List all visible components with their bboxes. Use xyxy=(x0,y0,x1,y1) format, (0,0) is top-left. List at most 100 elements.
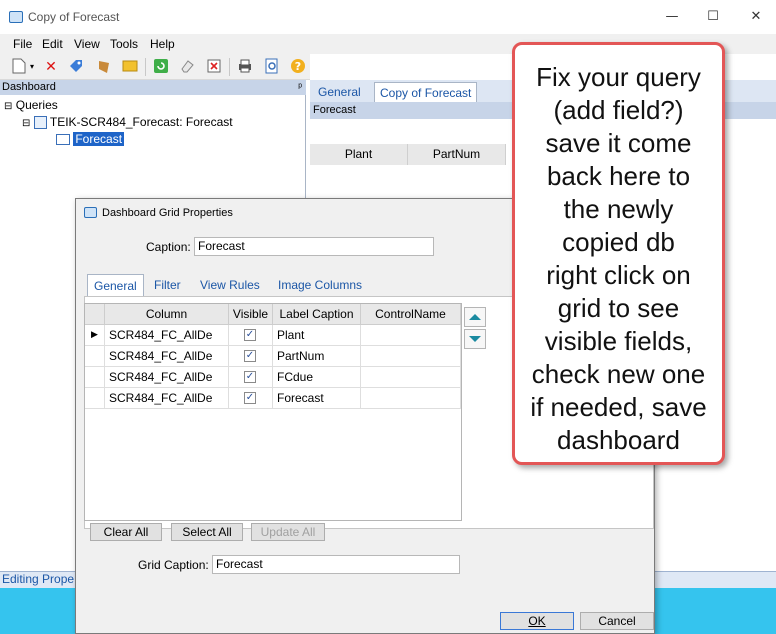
refresh-icon[interactable] xyxy=(152,58,170,76)
grid-header-visible[interactable]: Visible xyxy=(229,304,273,325)
grid-header-label-caption[interactable]: Label Caption xyxy=(273,304,361,325)
dropdown-icon[interactable]: ▾ xyxy=(27,58,37,76)
menu-tools[interactable]: Tools xyxy=(110,37,138,51)
grid-caption-input[interactable]: Forecast xyxy=(212,555,460,574)
cancel-button[interactable]: Cancel xyxy=(580,612,654,630)
grid-cell-column[interactable]: SCR484_FC_AllDe xyxy=(105,367,229,388)
column-grid[interactable]: Column Visible Label Caption ControlName… xyxy=(84,303,462,521)
callout-line: right click on xyxy=(546,260,691,290)
clear-all-button[interactable]: Clear All xyxy=(90,523,162,541)
properties-icon[interactable] xyxy=(205,58,223,76)
callout-line: visible fields, xyxy=(544,326,693,356)
callout-line: the newly xyxy=(563,194,674,224)
query-icon xyxy=(33,116,47,130)
grid-cell-visible: ✓ xyxy=(229,367,273,388)
arrow-down-icon xyxy=(469,336,481,342)
select-all-button[interactable]: Select All xyxy=(171,523,243,541)
dialog-tab-view-rules[interactable]: View Rules xyxy=(194,274,266,296)
callout-line: grid to see xyxy=(557,293,680,323)
callout-line: if needed, save xyxy=(530,392,707,422)
eraser-icon[interactable] xyxy=(178,58,196,76)
grid-cell-visible: ✓ xyxy=(229,325,273,346)
grid-cell-label-caption[interactable]: Plant xyxy=(273,325,361,346)
move-down-button[interactable] xyxy=(464,329,486,349)
grid-cell-controlname[interactable] xyxy=(361,367,461,388)
grid-caption-label: Grid Caption: xyxy=(138,558,209,572)
menu-help[interactable]: Help xyxy=(150,37,175,51)
tree-node-forecast[interactable]: Forecast xyxy=(56,132,125,146)
row-selector[interactable] xyxy=(85,346,105,367)
row-selector[interactable]: ▶ xyxy=(85,325,105,346)
help-icon[interactable]: ? xyxy=(289,58,307,76)
grid-cell-column[interactable]: SCR484_FC_AllDe xyxy=(105,346,229,367)
ok-button[interactable]: OK xyxy=(500,612,574,630)
selected-tree-item[interactable]: Forecast xyxy=(73,132,125,146)
minimize-icon[interactable]: — xyxy=(657,6,687,28)
grid-cell-label-caption[interactable]: FCdue xyxy=(273,367,361,388)
tab-general[interactable]: General xyxy=(313,82,366,102)
row-selector[interactable] xyxy=(85,388,105,409)
menu-edit[interactable]: Edit xyxy=(42,37,63,51)
move-up-button[interactable] xyxy=(464,307,486,327)
folder-icon[interactable] xyxy=(95,58,113,76)
close-icon[interactable]: ✕ xyxy=(741,6,771,28)
row-selector[interactable] xyxy=(85,367,105,388)
grid-cell-visible: ✓ xyxy=(229,346,273,367)
visible-checkbox[interactable]: ✓ xyxy=(244,350,256,362)
collapse-icon[interactable]: ⊟ xyxy=(4,101,12,112)
print-icon[interactable] xyxy=(236,58,254,76)
app-icon xyxy=(9,11,23,23)
dialog-tab-image-columns[interactable]: Image Columns xyxy=(272,274,368,296)
dashboard-pane-header: Dashboard ᵖ xyxy=(0,80,306,95)
new-icon[interactable] xyxy=(10,58,28,76)
visible-checkbox[interactable]: ✓ xyxy=(244,371,256,383)
folder-open-icon[interactable] xyxy=(121,58,139,76)
callout-line: check new one xyxy=(531,359,706,389)
grid-cell-column[interactable]: SCR484_FC_AllDe xyxy=(105,388,229,409)
grid-column-header-partnum[interactable]: PartNum xyxy=(408,144,506,165)
caption-label: Caption: xyxy=(146,240,191,254)
callout-text: Fix your query (add field?) save it come ba… xyxy=(515,61,722,457)
arrow-up-icon xyxy=(469,314,481,320)
caption-input[interactable]: Forecast xyxy=(194,237,434,256)
dialog-tab-general[interactable]: General xyxy=(87,274,144,296)
update-all-button[interactable]: Update All xyxy=(251,523,325,541)
callout-line: copied db xyxy=(562,227,675,257)
dashboard-pane-title: Dashboard xyxy=(2,81,56,93)
grid-cell-label-caption[interactable]: Forecast xyxy=(273,388,361,409)
visible-checkbox[interactable]: ✓ xyxy=(244,329,256,341)
instruction-callout: Fix your query (add field?) save it come ba… xyxy=(512,42,725,465)
callout-line: (add field?) xyxy=(553,95,684,125)
grid-column-header-plant[interactable]: Plant xyxy=(310,144,408,165)
callout-line: Fix your query xyxy=(536,62,701,92)
preview-icon[interactable] xyxy=(263,58,281,76)
grid-cell-column[interactable]: SCR484_FC_AllDe xyxy=(105,325,229,346)
grid-cell-controlname[interactable] xyxy=(361,325,461,346)
menu-view[interactable]: View xyxy=(74,37,100,51)
tag-icon[interactable] xyxy=(67,58,85,76)
pin-icon[interactable]: ᵖ xyxy=(298,80,302,95)
window-title: Copy of Forecast xyxy=(28,10,120,24)
tree-node-queries[interactable]: ⊟ Queries xyxy=(4,98,58,112)
grid-header-controlname[interactable]: ControlName xyxy=(361,304,461,325)
grid-icon xyxy=(56,134,70,146)
dialog-icon xyxy=(84,207,97,218)
grid-cell-controlname[interactable] xyxy=(361,346,461,367)
menu-file[interactable]: File xyxy=(13,37,32,51)
grid-header-column[interactable]: Column xyxy=(105,304,229,325)
visible-checkbox[interactable]: ✓ xyxy=(244,392,256,404)
grid-cell-label-caption[interactable]: PartNum xyxy=(273,346,361,367)
delete-icon[interactable]: ✕ xyxy=(42,58,60,76)
svg-text:?: ? xyxy=(295,60,301,73)
grid-cell-visible: ✓ xyxy=(229,388,273,409)
dialog-title: Dashboard Grid Properties xyxy=(102,207,233,219)
callout-line: dashboard xyxy=(557,425,680,455)
dialog-tab-filter[interactable]: Filter xyxy=(148,274,187,296)
grid-cell-controlname[interactable] xyxy=(361,388,461,409)
window-title-bar: Copy of Forecast — ☐ ✕ xyxy=(0,0,776,34)
row-selector-header xyxy=(85,304,105,325)
tab-copy-of-forecast[interactable]: Copy of Forecast xyxy=(374,82,478,102)
maximize-icon[interactable]: ☐ xyxy=(698,6,728,28)
collapse-icon[interactable]: ⊟ xyxy=(22,118,30,129)
tree-node-query[interactable]: ⊟ TEIK-SCR484_Forecast: Forecast xyxy=(22,115,233,130)
